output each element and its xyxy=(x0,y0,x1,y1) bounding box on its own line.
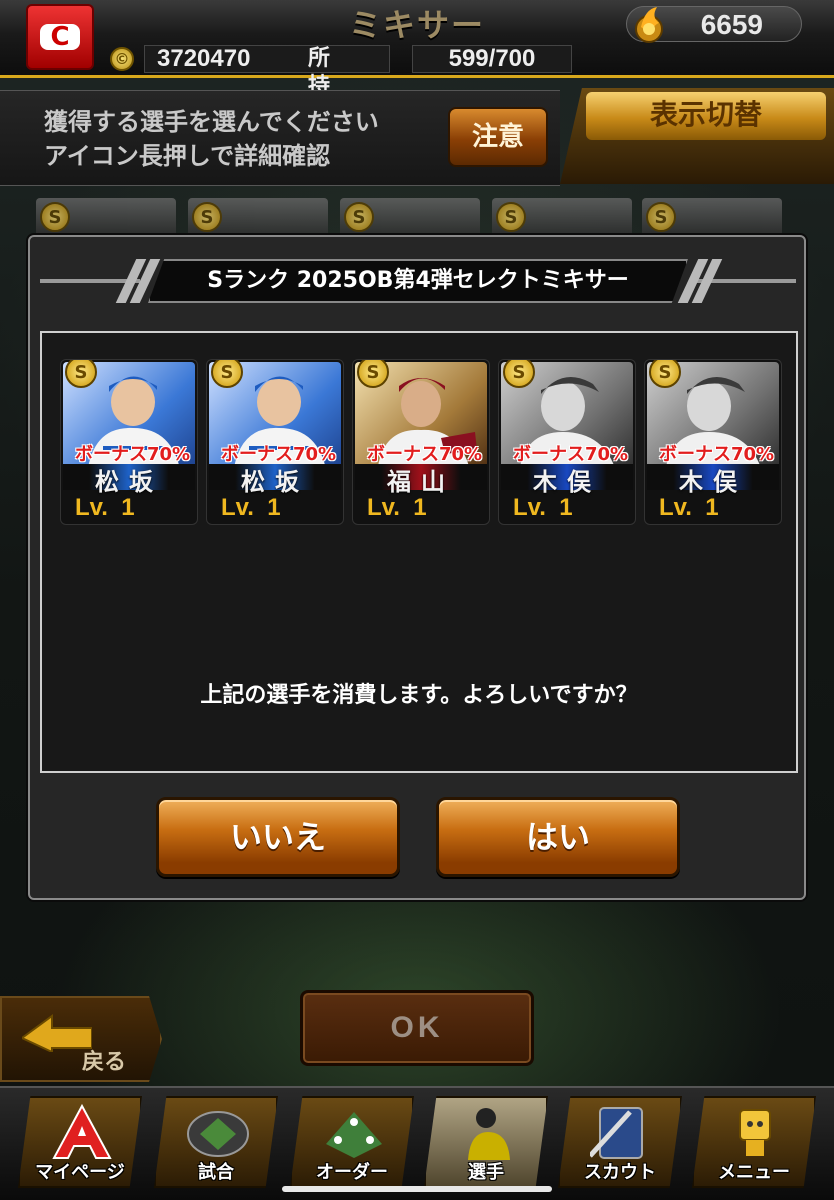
player-level: Lv. 1 xyxy=(75,494,135,521)
dialog-title: Sランク 2025OB第4弾セレクトミキサー xyxy=(207,268,629,293)
no-button[interactable]: いいえ xyxy=(156,797,400,877)
yes-button[interactable]: はい xyxy=(436,797,680,877)
confirm-message: 上記の選手を消費します。よろしいですか？ xyxy=(200,683,638,708)
owned-players-value: 599/700 xyxy=(412,45,572,73)
background-card: S xyxy=(492,198,632,238)
player-level: Lv. 1 xyxy=(367,494,427,521)
player-card[interactable]: S ボーナス70% 木俣 Lv. 1 xyxy=(644,359,782,525)
points-display: 6659 xyxy=(626,6,802,43)
nav-scout[interactable]: スカウト xyxy=(558,1096,682,1188)
team-logo[interactable]: C xyxy=(26,4,94,70)
background-card-strip: S S S S S xyxy=(36,198,796,238)
name-band: 福山 xyxy=(355,464,487,496)
name-band: 木俣 xyxy=(647,464,779,496)
player-name: 松坂 xyxy=(95,468,163,496)
bonus-label: ボーナス70% xyxy=(221,444,337,465)
nav-match[interactable]: 試合 xyxy=(154,1096,278,1188)
flame-icon xyxy=(635,7,663,43)
menu-icon xyxy=(739,1109,771,1156)
rank-s-icon: S xyxy=(192,202,222,232)
team-logo-letter: C xyxy=(40,22,80,52)
nav-order[interactable]: オーダー xyxy=(290,1096,414,1188)
nav-label: スカウト xyxy=(584,1162,656,1183)
nav-label: 試合 xyxy=(198,1162,234,1183)
ok-label: OK xyxy=(390,1011,444,1044)
bonus-label: ボーナス70% xyxy=(659,444,775,465)
name-band: 松坂 xyxy=(209,464,341,496)
player-card[interactable]: S ボーナス70% 木俣 Lv. 1 xyxy=(498,359,636,525)
nav-label: 選手 xyxy=(468,1162,504,1183)
stadium-icon xyxy=(187,1111,249,1157)
player-name: 木俣 xyxy=(679,468,747,496)
nav-label: オーダー xyxy=(316,1162,388,1183)
nav-mypage[interactable]: マイページ xyxy=(18,1096,142,1188)
back-button[interactable]: 戻る xyxy=(0,996,162,1082)
name-band: 木俣 xyxy=(501,464,633,496)
instruction-text: 獲得する選手を選んでください アイコン長押しで詳細確認 xyxy=(44,108,379,170)
dialog-title-band: Sランク 2025OB第4弾セレクトミキサー xyxy=(40,259,796,303)
confirm-dialog: Sランク 2025OB第4弾セレクトミキサー S ボーナス70% 松坂 Lv. … xyxy=(28,235,806,900)
points-value: 6659 xyxy=(700,9,763,40)
mypage-icon xyxy=(52,1104,112,1159)
back-label: 戻る xyxy=(82,1050,127,1075)
nav-players[interactable]: 選手 xyxy=(424,1096,548,1188)
home-indicator[interactable] xyxy=(282,1186,552,1192)
nav-menu[interactable]: メニュー xyxy=(692,1096,816,1188)
yes-button-label: はい xyxy=(525,818,590,856)
player-card[interactable]: S ボーナス70% 松坂 Lv. 1 xyxy=(60,359,198,525)
order-icon xyxy=(326,1112,382,1158)
screen-title: ミキサー xyxy=(348,6,485,44)
player-level: Lv. 1 xyxy=(513,494,573,521)
background-card: S xyxy=(642,198,782,238)
player-name: 木俣 xyxy=(533,468,601,496)
no-button-label: いいえ xyxy=(229,818,326,856)
player-card[interactable]: S ボーナス70% 福山 Lv. 1 xyxy=(352,359,490,525)
rank-s-icon: S xyxy=(646,202,676,232)
coin-icon: © xyxy=(110,47,134,71)
background-card: S xyxy=(36,198,176,238)
player-icon xyxy=(468,1108,510,1160)
header-bar: C ミキサー 6659 © 3720470 所持選手 599/700 xyxy=(0,0,834,155)
player-level: Lv. 1 xyxy=(659,494,719,521)
player-name: 松坂 xyxy=(241,468,309,496)
nav-label: メニュー xyxy=(718,1162,790,1183)
note-button[interactable]: 注意 xyxy=(448,107,548,167)
rank-s-icon: S xyxy=(40,202,70,232)
nav-label: マイページ xyxy=(35,1162,125,1183)
rank-s-icon: S xyxy=(344,202,374,232)
bonus-label: ボーナス70% xyxy=(75,444,191,465)
ok-button[interactable]: OK xyxy=(300,990,534,1066)
bonus-label: ボーナス70% xyxy=(367,444,483,465)
instruction-bar: 獲得する選手を選んでください アイコン長押しで詳細確認 注意 xyxy=(0,90,560,186)
rank-s-icon: S xyxy=(496,202,526,232)
coin-value: 3720470 xyxy=(144,45,390,73)
display-toggle-button[interactable]: 表示切替 xyxy=(586,92,826,140)
bottom-navigation: マイページ 試合 オーダー 選手 スカウト メニュー xyxy=(0,1086,834,1200)
player-card[interactable]: S ボーナス70% 松坂 Lv. 1 xyxy=(206,359,344,525)
scout-icon xyxy=(590,1107,643,1159)
player-name: 福山 xyxy=(387,468,455,496)
name-band: 松坂 xyxy=(63,464,195,496)
bonus-label: ボーナス70% xyxy=(513,444,629,465)
player-level: Lv. 1 xyxy=(221,494,281,521)
background-card: S xyxy=(188,198,328,238)
background-card: S xyxy=(340,198,480,238)
